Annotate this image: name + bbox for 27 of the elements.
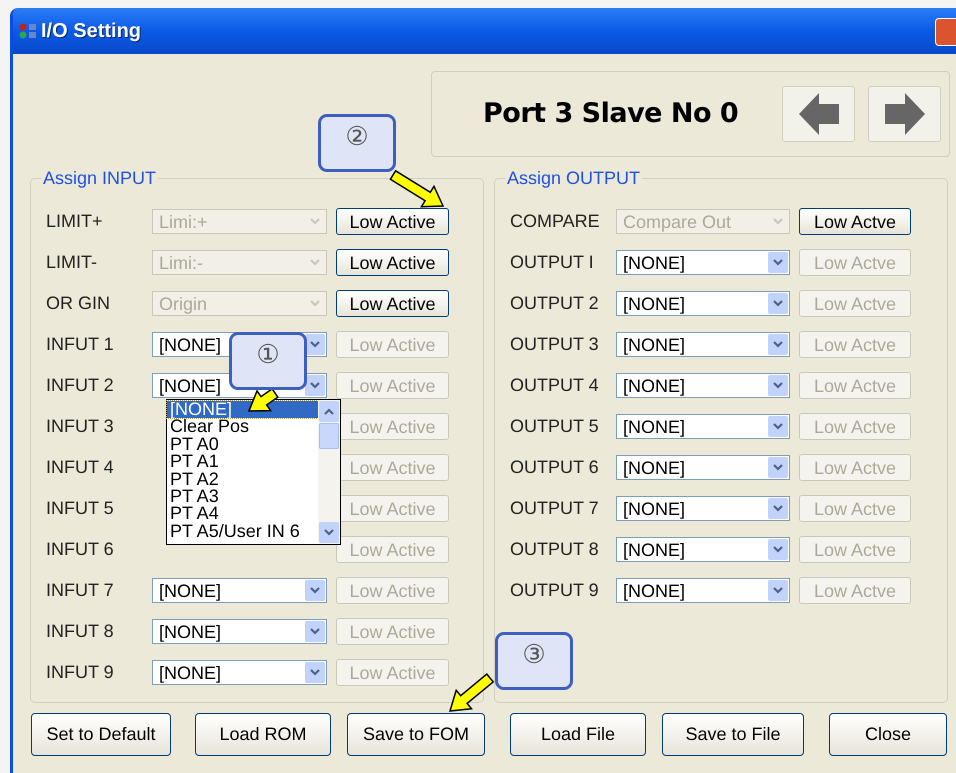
window-title: I/O Setting [41,19,141,44]
field-label: INFUT 6 [45,538,115,561]
field-label: LIMIT- [45,251,98,274]
field-label: INFUT 8 [45,620,115,643]
field-label: OUTPUT 4 [509,374,600,397]
field-label: OUTPUT 2 [509,292,600,315]
field-label: INFUT 1 [45,333,115,356]
field-label: INFUT 7 [45,579,115,602]
field-label: INFUT 5 [45,497,115,520]
field-label: INFUT 3 [45,415,115,438]
field-label: OUTPUT 9 [509,579,600,602]
field-label: OR GIN [45,292,112,315]
field-label: INFUT 9 [45,661,115,684]
field-label: INFUT 2 [45,374,115,397]
field-label: OUTPUT 8 [509,538,600,561]
field-label: INFUT 4 [45,456,115,479]
field-label: OUTPUT 3 [509,333,600,356]
field-label: COMPARE [509,210,601,233]
port-title: Port 3 Slave No 0 [483,96,738,131]
callout-tooltip: ① [229,332,307,390]
field-label: OUTPUT 7 [509,497,600,520]
callout-tooltip: ③ [495,632,573,690]
field-label: LIMIT+ [45,210,104,233]
field-label: OUTPUT 6 [509,456,600,479]
field-label: OUTPUT 5 [509,415,600,438]
callout-tooltip: ② [318,114,396,172]
field-label: OUTPUT I [509,251,595,274]
